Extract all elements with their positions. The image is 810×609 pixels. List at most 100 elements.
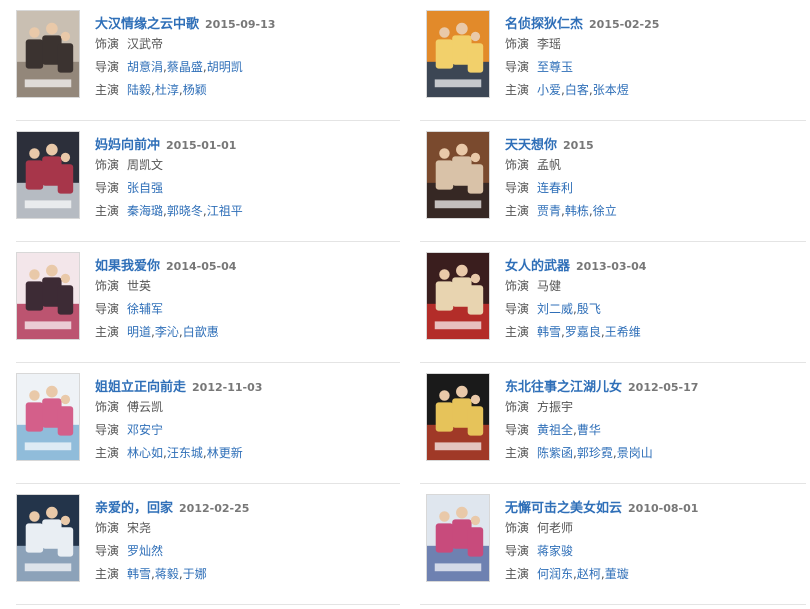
poster-image[interactable] bbox=[16, 373, 80, 461]
cast-link[interactable]: 秦海璐 bbox=[127, 204, 163, 218]
title-line: 大汉情缘之云中歌 2015-09-13 bbox=[95, 13, 385, 33]
director-link[interactable]: 至尊玉 bbox=[537, 60, 573, 74]
cast-row: 主演 何润东,赵柯,董璇 bbox=[505, 563, 795, 586]
poster-art bbox=[427, 253, 489, 339]
director-link[interactable]: 曹华 bbox=[577, 423, 601, 437]
poster-image[interactable] bbox=[426, 494, 490, 582]
poster-image[interactable] bbox=[426, 252, 490, 340]
role-name: 世英 bbox=[127, 279, 152, 293]
poster-image[interactable] bbox=[16, 131, 80, 219]
cast-link[interactable]: 汪东城 bbox=[167, 446, 203, 460]
poster-image[interactable] bbox=[426, 373, 490, 461]
drama-card: 名侦探狄仁杰 2015-02-25 饰演 李瑶 导演 至尊玉 主演 小爱,白客,张本煜 bbox=[410, 0, 800, 120]
director-link[interactable]: 刘二威 bbox=[537, 302, 573, 316]
cast-link[interactable]: 张本煜 bbox=[593, 83, 629, 97]
drama-info: 姐姐立正向前走 2012-11-03 饰演 傅云凯 导演 邓安宁 主演 林心如,汪东城,林更新 bbox=[95, 376, 385, 465]
release-date: 2012-11-03 bbox=[192, 381, 263, 394]
cast-link[interactable]: 赵柯 bbox=[577, 567, 601, 581]
drama-info: 天天想你 2015 饰演 孟帆 导演 连春利 主演 贾青,韩栋,徐立 bbox=[505, 134, 795, 223]
cast-row: 主演 明道,李沁,白歆惠 bbox=[95, 321, 385, 344]
cast-link[interactable]: 景岗山 bbox=[617, 446, 653, 460]
poster-image[interactable] bbox=[16, 252, 80, 340]
director-row: 导演 刘二威,殷飞 bbox=[505, 298, 795, 321]
poster-image[interactable] bbox=[16, 10, 80, 98]
cast-link[interactable]: 王希维 bbox=[605, 325, 641, 339]
drama-info: 妈妈向前冲 2015-01-01 饰演 周凯文 导演 张自强 主演 秦海璐,郭晓冬,江祖平 bbox=[95, 134, 385, 223]
drama-info: 女人的武器 2013-03-04 饰演 马健 导演 刘二威,殷飞 主演 韩雪,罗嘉良,王希维 bbox=[505, 255, 795, 344]
poster-image[interactable] bbox=[16, 494, 80, 582]
director-link[interactable]: 胡意涓 bbox=[127, 60, 163, 74]
title-line: 妈妈向前冲 2015-01-01 bbox=[95, 134, 385, 154]
cast-link[interactable]: 杜淳 bbox=[155, 83, 179, 97]
role-row: 饰演 李瑶 bbox=[505, 33, 795, 56]
cast-link[interactable]: 白歆惠 bbox=[183, 325, 219, 339]
drama-title-link[interactable]: 妈妈向前冲 bbox=[95, 138, 160, 153]
drama-title-link[interactable]: 女人的武器 bbox=[505, 259, 570, 274]
cast-link[interactable]: 贾青 bbox=[537, 204, 561, 218]
drama-title-link[interactable]: 东北往事之江湖儿女 bbox=[505, 380, 622, 395]
director-link[interactable]: 胡明凯 bbox=[207, 60, 243, 74]
director-link[interactable]: 连春利 bbox=[537, 181, 573, 195]
cast-link[interactable]: 杨颖 bbox=[183, 83, 207, 97]
cast-link[interactable]: 董璇 bbox=[605, 567, 629, 581]
cast-link[interactable]: 徐立 bbox=[593, 204, 617, 218]
drama-title-link[interactable]: 大汉情缘之云中歌 bbox=[95, 17, 199, 32]
cast-label: 主演 bbox=[505, 204, 530, 218]
role-label: 饰演 bbox=[95, 158, 120, 172]
poster-art bbox=[17, 11, 79, 97]
cast-link[interactable]: 林更新 bbox=[207, 446, 243, 460]
release-date: 2012-05-17 bbox=[628, 381, 699, 394]
drama-title-link[interactable]: 亲爱的，回家 bbox=[95, 501, 173, 516]
cast-link[interactable]: 韩雪 bbox=[127, 567, 151, 581]
drama-title-link[interactable]: 天天想你 bbox=[505, 138, 557, 153]
drama-title-link[interactable]: 姐姐立正向前走 bbox=[95, 380, 186, 395]
poster-art bbox=[17, 132, 79, 218]
director-row: 导演 连春利 bbox=[505, 177, 795, 200]
director-label: 导演 bbox=[505, 423, 530, 437]
drama-info: 大汉情缘之云中歌 2015-09-13 饰演 汉武帝 导演 胡意涓,蔡晶盛,胡明凯 主演 陆毅… bbox=[95, 13, 385, 102]
director-link[interactable]: 张自强 bbox=[127, 181, 163, 195]
cast-link[interactable]: 明道 bbox=[127, 325, 151, 339]
director-label: 导演 bbox=[95, 302, 120, 316]
cast-row: 主演 陈紫函,郭珍霓,景岗山 bbox=[505, 442, 795, 465]
drama-card: 东北往事之江湖儿女 2012-05-17 饰演 方振宇 导演 黄祖全,曹华 主演 陈紫函,郭珍… bbox=[410, 363, 800, 483]
director-row: 导演 至尊玉 bbox=[505, 56, 795, 79]
poster-art bbox=[17, 253, 79, 339]
director-link[interactable]: 罗灿然 bbox=[127, 544, 163, 558]
director-link[interactable]: 徐辅军 bbox=[127, 302, 163, 316]
cast-link[interactable]: 江祖平 bbox=[207, 204, 243, 218]
release-date: 2015-09-13 bbox=[205, 18, 276, 31]
poster-image[interactable] bbox=[426, 10, 490, 98]
director-link[interactable]: 蒋家骏 bbox=[537, 544, 573, 558]
role-label: 饰演 bbox=[505, 521, 530, 535]
cast-link[interactable]: 郭珍霓 bbox=[577, 446, 613, 460]
cast-link[interactable]: 罗嘉良 bbox=[565, 325, 601, 339]
cast-link[interactable]: 小爱 bbox=[537, 83, 561, 97]
drama-title-link[interactable]: 如果我爱你 bbox=[95, 259, 160, 274]
drama-title-link[interactable]: 无懈可击之美女如云 bbox=[505, 501, 622, 516]
cast-link[interactable]: 于娜 bbox=[183, 567, 207, 581]
director-link[interactable]: 殷飞 bbox=[577, 302, 601, 316]
cast-link[interactable]: 陈紫函 bbox=[537, 446, 573, 460]
role-name: 周凯文 bbox=[127, 158, 164, 172]
director-link[interactable]: 邓安宁 bbox=[127, 423, 163, 437]
cast-link[interactable]: 韩栋 bbox=[565, 204, 589, 218]
cast-link[interactable]: 李沁 bbox=[155, 325, 179, 339]
drama-title-link[interactable]: 名侦探狄仁杰 bbox=[505, 17, 583, 32]
cast-link[interactable]: 白客 bbox=[565, 83, 589, 97]
cast-link[interactable]: 何润东 bbox=[537, 567, 573, 581]
cast-link[interactable]: 陆毅 bbox=[127, 83, 151, 97]
drama-info: 东北往事之江湖儿女 2012-05-17 饰演 方振宇 导演 黄祖全,曹华 主演 陈紫函,郭珍… bbox=[505, 376, 795, 465]
role-row: 饰演 方振宇 bbox=[505, 396, 795, 419]
cast-link[interactable]: 郭晓冬 bbox=[167, 204, 203, 218]
role-row: 饰演 周凯文 bbox=[95, 154, 385, 177]
director-link[interactable]: 黄祖全 bbox=[537, 423, 573, 437]
director-link[interactable]: 蔡晶盛 bbox=[167, 60, 203, 74]
cast-link[interactable]: 蒋毅 bbox=[155, 567, 179, 581]
role-label: 饰演 bbox=[95, 521, 120, 535]
poster-image[interactable] bbox=[426, 131, 490, 219]
director-label: 导演 bbox=[505, 302, 530, 316]
cast-link[interactable]: 林心如 bbox=[127, 446, 163, 460]
cast-row: 主演 韩雪,蒋毅,于娜 bbox=[95, 563, 385, 586]
cast-link[interactable]: 韩雪 bbox=[537, 325, 561, 339]
